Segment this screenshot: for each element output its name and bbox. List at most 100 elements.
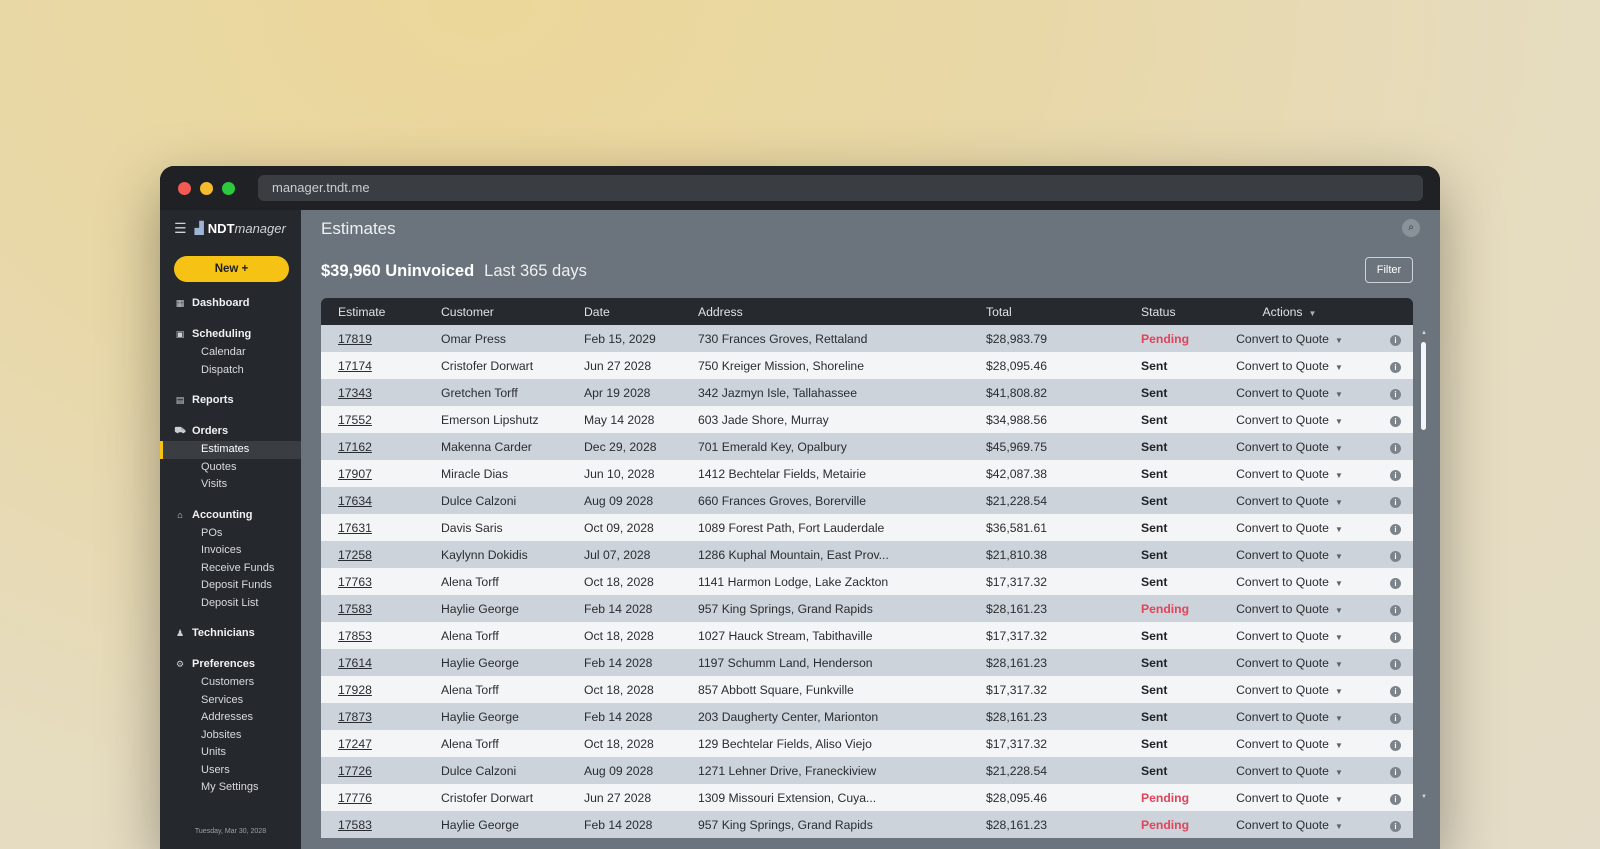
estimate-link[interactable]: 17853: [338, 629, 372, 643]
convert-to-quote-dropdown[interactable]: Convert to Quote ▼: [1206, 460, 1373, 487]
sidebar-section-orders[interactable]: ⛟ Orders: [160, 421, 301, 441]
brand-name[interactable]: NDTmanager: [208, 221, 286, 236]
convert-to-quote-dropdown[interactable]: Convert to Quote ▼: [1206, 568, 1373, 595]
column-header-customer[interactable]: Customer: [424, 298, 567, 325]
info-icon[interactable]: i: [1390, 550, 1401, 562]
estimate-link[interactable]: 17776: [338, 791, 372, 805]
column-header-actions[interactable]: Actions ▼: [1206, 298, 1373, 325]
sidebar-item-my-settings[interactable]: My Settings: [160, 779, 301, 797]
info-icon[interactable]: i: [1390, 415, 1401, 427]
estimate-link[interactable]: 17162: [338, 440, 372, 454]
convert-to-quote-dropdown[interactable]: Convert to Quote ▼: [1206, 514, 1373, 541]
sidebar-item-services[interactable]: Services: [160, 692, 301, 710]
info-icon[interactable]: i: [1390, 793, 1401, 805]
scroll-thumb[interactable]: [1421, 342, 1426, 430]
search-icon[interactable]: ⌕: [1402, 219, 1420, 237]
table-row[interactable]: 17583 Haylie George Feb 14 2028 957 King Sp…: [321, 595, 1413, 622]
url-bar[interactable]: manager.tndt.me: [258, 175, 1423, 201]
convert-to-quote-dropdown[interactable]: Convert to Quote ▼: [1206, 784, 1373, 811]
table-row[interactable]: 17174 Cristofer Dorwart Jun 27 2028 750 Kre…: [321, 352, 1413, 379]
new-button[interactable]: New +: [174, 256, 289, 282]
sidebar-section-preferences[interactable]: ⚙ Preferences: [160, 654, 301, 674]
table-row[interactable]: 17763 Alena Torff Oct 18, 2028 1141 Harmon …: [321, 568, 1413, 595]
table-row[interactable]: 17552 Emerson Lipshutz May 14 2028 603 Jade…: [321, 406, 1413, 433]
info-icon[interactable]: i: [1390, 766, 1401, 778]
sidebar-item-pos[interactable]: POs: [160, 525, 301, 543]
estimate-link[interactable]: 17631: [338, 521, 372, 535]
info-icon[interactable]: i: [1390, 469, 1401, 481]
estimate-link[interactable]: 17907: [338, 467, 372, 481]
sidebar-item-addresses[interactable]: Addresses: [160, 709, 301, 727]
info-icon[interactable]: i: [1390, 820, 1401, 832]
estimate-link[interactable]: 17726: [338, 764, 372, 778]
table-row[interactable]: 17614 Haylie George Feb 14 2028 1197 Schumm…: [321, 649, 1413, 676]
table-row[interactable]: 17819 Omar Press Feb 15, 2029 730 Frances G…: [321, 325, 1413, 352]
sidebar-item-users[interactable]: Users: [160, 762, 301, 780]
info-icon[interactable]: i: [1390, 604, 1401, 616]
close-window-button[interactable]: [178, 181, 191, 195]
info-icon[interactable]: i: [1390, 334, 1401, 346]
sidebar-item-dispatch[interactable]: Dispatch: [160, 362, 301, 380]
column-header-total[interactable]: Total: [969, 298, 1124, 325]
menu-icon[interactable]: ☰: [174, 220, 187, 237]
sidebar-item-quotes[interactable]: Quotes: [160, 459, 301, 477]
filter-button[interactable]: Filter: [1365, 257, 1413, 283]
column-header-address[interactable]: Address: [681, 298, 969, 325]
table-scrollbar[interactable]: ▲ ▼: [1421, 330, 1427, 810]
convert-to-quote-dropdown[interactable]: Convert to Quote ▼: [1206, 757, 1373, 784]
sidebar-section-scheduling[interactable]: ▣ Scheduling: [160, 324, 301, 344]
estimate-link[interactable]: 17763: [338, 575, 372, 589]
info-icon[interactable]: i: [1390, 442, 1401, 454]
column-header-status[interactable]: Status: [1124, 298, 1206, 325]
info-icon[interactable]: i: [1390, 496, 1401, 508]
info-icon[interactable]: i: [1390, 523, 1401, 535]
table-row[interactable]: 17247 Alena Torff Oct 18, 2028 129 Bechtela…: [321, 730, 1413, 757]
info-icon[interactable]: i: [1390, 739, 1401, 751]
sidebar-item-deposit-funds[interactable]: Deposit Funds: [160, 577, 301, 595]
sidebar-section-reports[interactable]: ▤ Reports: [160, 390, 301, 410]
convert-to-quote-dropdown[interactable]: Convert to Quote ▼: [1206, 649, 1373, 676]
estimate-link[interactable]: 17583: [338, 818, 372, 832]
estimate-link[interactable]: 17819: [338, 332, 372, 346]
info-icon[interactable]: i: [1390, 577, 1401, 589]
table-row[interactable]: 17631 Davis Saris Oct 09, 2028 1089 Forest …: [321, 514, 1413, 541]
table-row[interactable]: 17928 Alena Torff Oct 18, 2028 857 Abbott S…: [321, 676, 1413, 703]
info-icon[interactable]: i: [1390, 712, 1401, 724]
table-row[interactable]: 17853 Alena Torff Oct 18, 2028 1027 Hauck S…: [321, 622, 1413, 649]
table-row[interactable]: 17343 Gretchen Torff Apr 19 2028 342 Jazmyn…: [321, 379, 1413, 406]
convert-to-quote-dropdown[interactable]: Convert to Quote ▼: [1206, 811, 1373, 838]
info-icon[interactable]: i: [1390, 658, 1401, 670]
estimate-link[interactable]: 17247: [338, 737, 372, 751]
scroll-up-icon[interactable]: ▲: [1421, 330, 1427, 336]
scroll-down-icon[interactable]: ▼: [1421, 794, 1427, 800]
table-row[interactable]: 17873 Haylie George Feb 14 2028 203 Daugher…: [321, 703, 1413, 730]
estimate-link[interactable]: 17634: [338, 494, 372, 508]
table-row[interactable]: 17726 Dulce Calzoni Aug 09 2028 1271 Lehner…: [321, 757, 1413, 784]
estimate-link[interactable]: 17928: [338, 683, 372, 697]
info-icon[interactable]: i: [1390, 631, 1401, 643]
info-icon[interactable]: i: [1390, 361, 1401, 373]
estimate-link[interactable]: 17552: [338, 413, 372, 427]
sidebar-section-technicians[interactable]: ♟ Technicians: [160, 623, 301, 643]
sidebar-item-deposit-list[interactable]: Deposit List: [160, 595, 301, 613]
info-icon[interactable]: i: [1390, 685, 1401, 697]
sidebar-item-visits[interactable]: Visits: [160, 476, 301, 494]
convert-to-quote-dropdown[interactable]: Convert to Quote ▼: [1206, 622, 1373, 649]
table-row[interactable]: 17634 Dulce Calzoni Aug 09 2028 660 Frances…: [321, 487, 1413, 514]
table-row[interactable]: 17907 Miracle Dias Jun 10, 2028 1412 Bechte…: [321, 460, 1413, 487]
convert-to-quote-dropdown[interactable]: Convert to Quote ▼: [1206, 325, 1373, 352]
table-row[interactable]: 17583 Haylie George Feb 14 2028 957 King Sp…: [321, 811, 1413, 838]
convert-to-quote-dropdown[interactable]: Convert to Quote ▼: [1206, 433, 1373, 460]
sidebar-item-invoices[interactable]: Invoices: [160, 542, 301, 560]
sidebar-item-jobsites[interactable]: Jobsites: [160, 727, 301, 745]
convert-to-quote-dropdown[interactable]: Convert to Quote ▼: [1206, 730, 1373, 757]
convert-to-quote-dropdown[interactable]: Convert to Quote ▼: [1206, 379, 1373, 406]
convert-to-quote-dropdown[interactable]: Convert to Quote ▼: [1206, 406, 1373, 433]
convert-to-quote-dropdown[interactable]: Convert to Quote ▼: [1206, 541, 1373, 568]
sidebar-item-units[interactable]: Units: [160, 744, 301, 762]
convert-to-quote-dropdown[interactable]: Convert to Quote ▼: [1206, 352, 1373, 379]
table-row[interactable]: 17776 Cristofer Dorwart Jun 27 2028 1309 Mi…: [321, 784, 1413, 811]
maximize-window-button[interactable]: [222, 181, 235, 195]
estimate-link[interactable]: 17258: [338, 548, 372, 562]
info-icon[interactable]: i: [1390, 388, 1401, 400]
